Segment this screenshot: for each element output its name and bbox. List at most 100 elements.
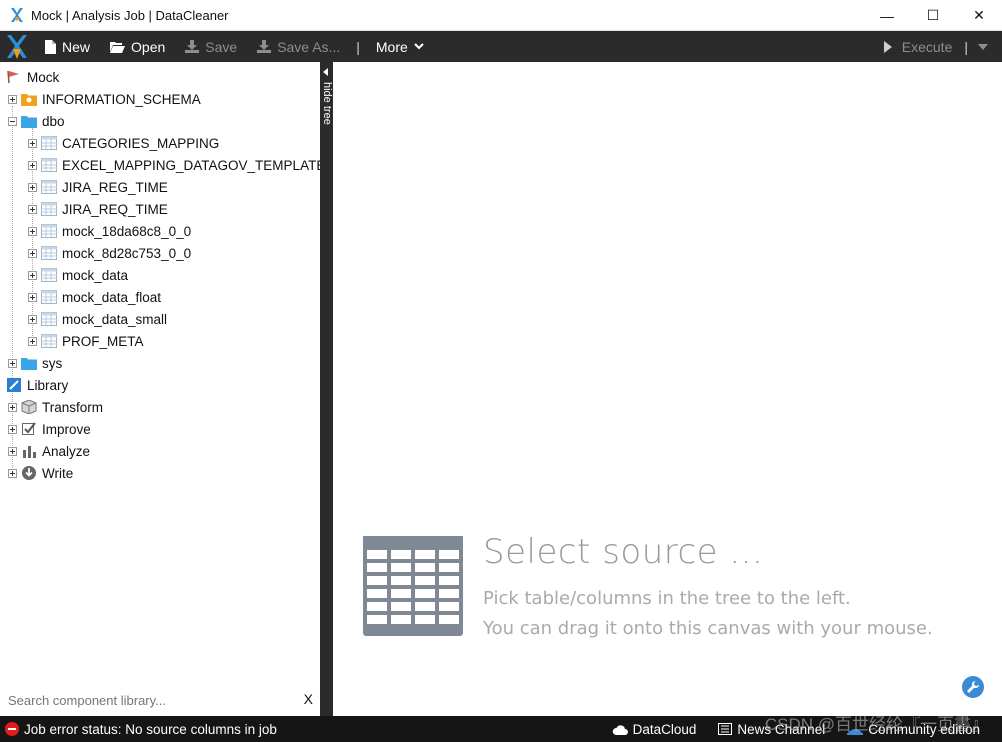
cloud-icon <box>612 724 628 735</box>
tree-node-table[interactable]: PROF_META <box>28 330 144 352</box>
expand-toggle[interactable] <box>28 336 37 346</box>
minimize-button[interactable]: — <box>864 0 910 31</box>
tree-node-label: mock_data <box>62 267 129 283</box>
table-icon <box>41 312 57 326</box>
checkbox-icon <box>22 422 36 435</box>
play-icon <box>883 40 892 53</box>
tree-node-table[interactable]: mock_18da68c8_0_0 <box>28 220 191 242</box>
tree-node-table[interactable]: CATEGORIES_MAPPING <box>28 132 219 154</box>
expand-toggle[interactable] <box>8 358 17 368</box>
datastore-flag-icon <box>7 70 19 84</box>
table-icon <box>41 224 57 238</box>
cube-icon <box>21 400 37 414</box>
expand-toggle[interactable] <box>8 468 17 478</box>
error-status-icon <box>5 722 19 736</box>
download-circle-icon <box>22 466 36 480</box>
datacleaner-logo-icon <box>11 8 23 22</box>
expand-toggle[interactable] <box>28 182 37 192</box>
save-button[interactable]: Save <box>175 31 247 62</box>
canvas-tools-button[interactable] <box>962 676 984 698</box>
wrench-icon <box>967 680 980 693</box>
tree-node-library[interactable]: Library <box>6 374 68 396</box>
expand-toggle[interactable] <box>28 270 37 280</box>
expand-toggle[interactable] <box>28 204 37 214</box>
expand-toggle[interactable] <box>28 160 37 170</box>
tree-node-analyze[interactable]: Analyze <box>8 440 90 462</box>
tree-node-improve[interactable]: Improve <box>8 418 91 440</box>
tree-node-information-schema[interactable]: INFORMATION_SCHEMA <box>8 88 201 110</box>
datacloud-link[interactable]: DataCloud <box>612 721 697 737</box>
tree-node-label: Mock <box>27 69 60 85</box>
tree-node-label: mock_data_float <box>62 289 162 305</box>
tree-node-dbo[interactable]: dbo <box>8 110 65 132</box>
expand-toggle[interactable] <box>8 424 17 434</box>
datastore-tree-panel: Mock INFORMATION_SCHEMA dbo CATEGORIES_M… <box>0 62 325 716</box>
expand-toggle[interactable] <box>28 226 37 236</box>
tree-node-table[interactable]: JIRA_REQ_TIME <box>28 198 168 220</box>
tree-node-label: Transform <box>42 399 104 415</box>
tree-node-table[interactable]: mock_data_float <box>28 286 161 308</box>
window-titlebar: Mock | Analysis Job | DataCleaner — ☐ ✕ <box>0 0 1002 31</box>
hide-tree-toggle[interactable]: hide tree <box>320 62 333 716</box>
table-icon <box>41 290 57 304</box>
tree-node-label: Improve <box>42 421 91 437</box>
main-toolbar: New Open Save Save As... | More Execute … <box>0 31 1002 62</box>
download-icon <box>185 40 200 53</box>
tree-node-label: CATEGORIES_MAPPING <box>62 135 220 151</box>
expand-toggle[interactable] <box>8 446 17 456</box>
table-icon <box>41 180 57 194</box>
chevron-down-icon <box>414 43 424 50</box>
open-button[interactable]: Open <box>100 31 175 62</box>
folder-open-icon <box>110 41 126 53</box>
tree-node-label: mock_8d28c753_0_0 <box>62 245 192 261</box>
expand-toggle[interactable] <box>28 314 37 324</box>
datacloud-label: DataCloud <box>632 721 697 737</box>
new-label: New <box>62 38 91 55</box>
schema-folder-icon <box>21 94 37 106</box>
tree-node-write[interactable]: Write <box>8 462 73 484</box>
tree-node-label: Library <box>27 377 69 393</box>
toolbar-right: Execute | <box>874 31 1002 62</box>
library-icon <box>7 378 21 392</box>
toolbar-logo[interactable] <box>0 31 34 62</box>
tree-node-table[interactable]: mock_data <box>28 264 128 286</box>
more-button[interactable]: More <box>366 31 440 62</box>
tree-node-table[interactable]: mock_data_small <box>28 308 167 330</box>
tree-node-table[interactable]: mock_8d28c753_0_0 <box>28 242 191 264</box>
select-source-hint-2: You can drag it onto this canvas with yo… <box>483 618 933 639</box>
folder-icon <box>21 358 37 370</box>
execute-dropdown-button[interactable] <box>974 31 1002 62</box>
execute-button[interactable]: Execute <box>874 31 959 62</box>
status-bar: Job error status: No source columns in j… <box>0 715 1002 742</box>
toolbar-separator: | <box>356 38 360 55</box>
expand-toggle[interactable] <box>8 402 17 412</box>
expand-toggle[interactable] <box>28 138 37 148</box>
save-as-button[interactable]: Save As... <box>247 31 350 62</box>
collapse-toggle[interactable] <box>8 116 17 126</box>
execute-separator: | <box>964 38 968 55</box>
table-icon <box>41 268 57 282</box>
execute-label: Execute <box>901 38 953 55</box>
component-search-input[interactable] <box>8 692 298 708</box>
close-button[interactable]: ✕ <box>956 0 1002 31</box>
maximize-button[interactable]: ☐ <box>910 0 956 31</box>
open-label: Open <box>131 38 166 55</box>
csdn-watermark: CSDN @百世经纶『一页書』 <box>764 715 988 734</box>
tree-node-mock[interactable]: Mock <box>6 66 59 88</box>
tree-node-label: mock_data_small <box>62 311 168 327</box>
expand-toggle[interactable] <box>8 94 17 104</box>
tree-node-table[interactable]: JIRA_REG_TIME <box>28 176 168 198</box>
new-button[interactable]: New <box>34 31 100 62</box>
expand-toggle[interactable] <box>28 248 37 258</box>
new-file-icon <box>45 39 56 54</box>
tree-node-table[interactable]: EXCEL_MAPPING_DATAGOV_TEMPLATE <box>28 154 325 176</box>
save-label: Save <box>205 38 238 55</box>
clear-search-button[interactable]: X <box>304 691 313 707</box>
expand-toggle[interactable] <box>28 292 37 302</box>
tree-node-label: Write <box>42 465 74 481</box>
tree-node-transform[interactable]: Transform <box>8 396 103 418</box>
job-canvas[interactable]: Select source ... Pick table/columns in … <box>333 62 1002 716</box>
tree-node-label: mock_18da68c8_0_0 <box>62 223 192 239</box>
tree-node-sys[interactable]: sys <box>8 352 62 374</box>
newspaper-icon <box>718 723 733 735</box>
